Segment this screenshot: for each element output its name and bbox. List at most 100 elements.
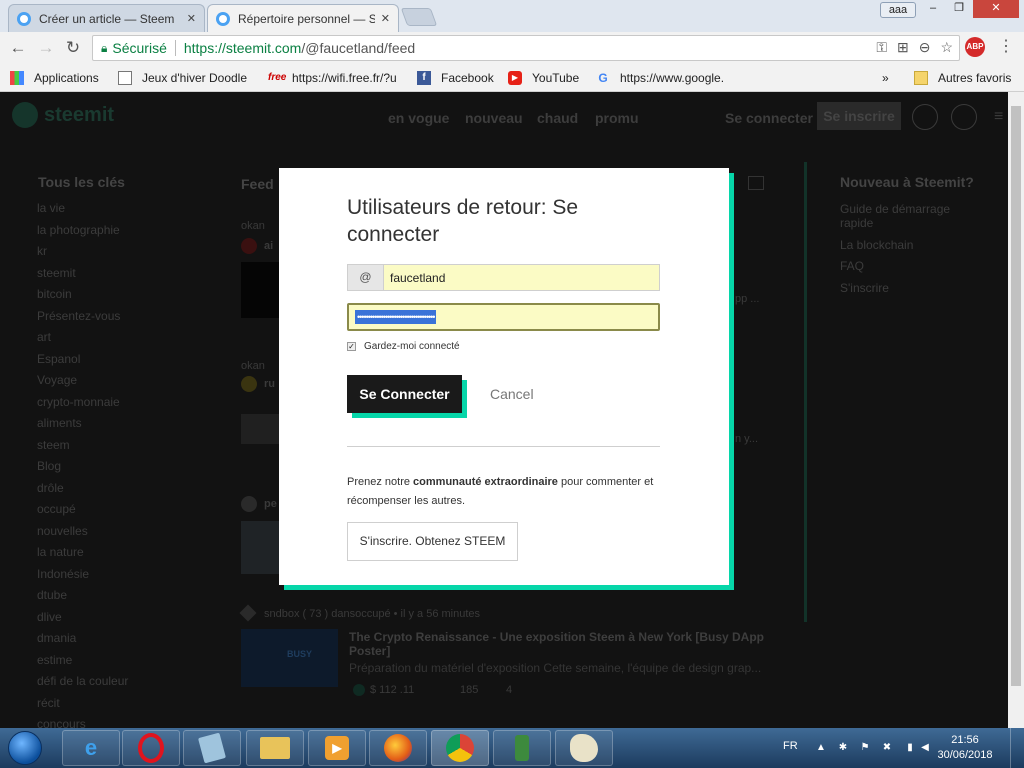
upvote-icon[interactable] <box>353 684 365 696</box>
search-icon[interactable] <box>912 104 938 130</box>
nav-signup-button[interactable]: Se inscrire <box>817 102 901 130</box>
new-tab-button[interactable] <box>400 8 438 26</box>
key-icon[interactable]: ⚿ <box>876 39 887 56</box>
tag-link[interactable]: dmania <box>37 631 76 645</box>
taskbar-media-player[interactable]: ▶ <box>308 730 366 766</box>
scroll-thumb[interactable] <box>1011 106 1021 686</box>
nav-hot[interactable]: chaud <box>537 110 578 126</box>
post-votes[interactable]: 185 <box>460 684 478 696</box>
taskbar-file-explorer[interactable] <box>246 730 304 766</box>
remember-me[interactable]: ✓ Gardez-moi connecté <box>347 341 460 352</box>
password-input[interactable]: •••••••••••••••••••••••••••••••••••• <box>347 303 660 331</box>
hamburger-menu-icon[interactable]: ≡ <box>994 108 1003 126</box>
tray-expand-icon[interactable]: ▲ <box>814 741 828 755</box>
signup-steem-button[interactable]: S'inscrire. Obtenez STEEM <box>347 522 518 561</box>
cancel-button[interactable]: Cancel <box>490 386 534 402</box>
zoom-icon[interactable]: ⊖ <box>919 39 931 56</box>
post-excerpt[interactable]: Préparation du matériel d'exposition Cet… <box>349 661 769 675</box>
minimize-button[interactable]: – <box>920 0 946 18</box>
reload-icon[interactable]: ↻ <box>63 38 83 58</box>
profile-badge[interactable]: aaa <box>880 2 916 18</box>
bookmark-youtube[interactable]: ▶ YouTube <box>508 70 579 86</box>
remember-checkbox[interactable]: ✓ <box>347 342 356 351</box>
taskbar-game[interactable] <box>493 730 551 766</box>
chrome-menu-icon[interactable]: ⋮ <box>998 38 1014 56</box>
show-desktop-button[interactable] <box>1010 728 1024 768</box>
avatar[interactable] <box>241 376 257 392</box>
tag-link[interactable]: Indonésie <box>37 567 89 581</box>
tag-link[interactable]: Voyage <box>37 373 77 387</box>
back-arrow-icon[interactable]: ← <box>8 38 28 58</box>
tag-link[interactable]: défi de la couleur <box>37 674 128 688</box>
tag-link[interactable]: concours <box>37 717 86 728</box>
post-author[interactable]: ru <box>264 378 275 390</box>
bookmark-star-icon[interactable]: ☆ <box>940 39 953 56</box>
tag-link[interactable]: aliments <box>37 416 82 430</box>
taskbar-paint[interactable] <box>555 730 613 766</box>
nav-new[interactable]: nouveau <box>465 110 523 126</box>
forward-arrow-icon[interactable]: → <box>36 38 56 58</box>
bookmark-doodle[interactable]: Jeux d'hiver Doodle <box>118 70 247 86</box>
taskbar-notepad[interactable] <box>183 730 241 766</box>
volume-icon[interactable]: ◀ <box>918 741 932 755</box>
link-signup[interactable]: S'inscrire <box>840 281 960 295</box>
page-scrollbar[interactable] <box>1008 92 1024 728</box>
taskbar-chrome[interactable] <box>431 730 489 766</box>
tag-link[interactable]: la nature <box>37 545 84 559</box>
start-button[interactable] <box>2 728 48 768</box>
tag-link[interactable]: la vie <box>37 201 65 215</box>
link-faq[interactable]: FAQ <box>840 259 960 273</box>
network-icon[interactable]: ▮ <box>903 741 917 755</box>
tag-link[interactable]: occupé <box>37 502 76 516</box>
post-payout[interactable]: $ 112 .11 <box>370 684 414 696</box>
tag-link[interactable]: la photographie <box>37 223 120 237</box>
maximize-button[interactable]: ❐ <box>946 0 972 18</box>
close-window-button[interactable]: ✕ <box>973 0 1019 18</box>
language-indicator[interactable]: FR <box>783 740 798 752</box>
tag-link[interactable]: Espanol <box>37 352 80 366</box>
translate-icon[interactable]: ⊞ <box>897 39 909 56</box>
nav-trending[interactable]: en vogue <box>388 110 449 126</box>
post-comments[interactable]: 4 <box>506 684 512 696</box>
post-author[interactable]: ai <box>264 240 273 252</box>
nav-login[interactable]: Se connecter <box>725 110 813 126</box>
tray-warning-icon[interactable]: ✖ <box>880 741 894 755</box>
list-view-icon[interactable] <box>748 176 764 190</box>
tag-link[interactable]: steemit <box>37 266 76 280</box>
tab-home-directory[interactable]: Répertoire personnel — S ✕ <box>207 4 399 32</box>
bookmark-free-wifi[interactable]: free https://wifi.free.fr/?u <box>268 70 397 86</box>
tag-link[interactable]: Blog <box>37 459 61 473</box>
steemit-logo[interactable]: steemit <box>12 102 114 128</box>
tag-link[interactable]: dtube <box>37 588 67 602</box>
tag-link[interactable]: Présentez-vous <box>37 309 120 323</box>
bookmark-facebook[interactable]: f Facebook <box>417 70 494 86</box>
avatar[interactable] <box>241 496 257 512</box>
pencil-icon[interactable] <box>951 104 977 130</box>
tag-link[interactable]: kr <box>37 244 47 258</box>
address-bar[interactable]: 🔒︎ Sécurisé https://steemit.com/@faucetl… <box>92 35 960 61</box>
bookmark-other[interactable]: Autres favoris <box>914 70 1011 86</box>
post-thumbnail[interactable]: BUSY <box>241 629 338 687</box>
tag-link[interactable]: bitcoin <box>37 287 72 301</box>
tag-link[interactable]: drôle <box>37 481 64 495</box>
tag-link[interactable]: estime <box>37 653 72 667</box>
tag-link[interactable]: dlive <box>37 610 62 624</box>
tray-app-icon[interactable]: ✱ <box>836 741 850 755</box>
link-blockchain[interactable]: La blockchain <box>840 238 960 252</box>
post-author[interactable]: pe <box>264 498 277 510</box>
username-input[interactable] <box>384 265 659 290</box>
tag-link[interactable]: nouvelles <box>37 524 88 538</box>
adblock-plus-icon[interactable]: ABP <box>965 37 985 57</box>
link-getting-started[interactable]: Guide de démarrage rapide <box>840 202 960 230</box>
bookmarks-overflow[interactable]: » <box>882 70 889 86</box>
taskbar-opera[interactable] <box>122 730 180 766</box>
taskbar-firefox[interactable] <box>369 730 427 766</box>
tag-link[interactable]: art <box>37 330 51 344</box>
taskbar-internet-explorer[interactable]: e <box>62 730 120 766</box>
tab-close-icon[interactable]: ✕ <box>381 12 390 25</box>
avatar[interactable] <box>241 238 257 254</box>
tag-link[interactable]: crypto-monnaie <box>37 395 120 409</box>
action-center-icon[interactable]: ⚑ <box>858 741 872 755</box>
login-submit-button[interactable]: Se Connecter <box>347 375 462 413</box>
post-title[interactable]: The Crypto Renaissance - Une exposition … <box>349 630 769 658</box>
